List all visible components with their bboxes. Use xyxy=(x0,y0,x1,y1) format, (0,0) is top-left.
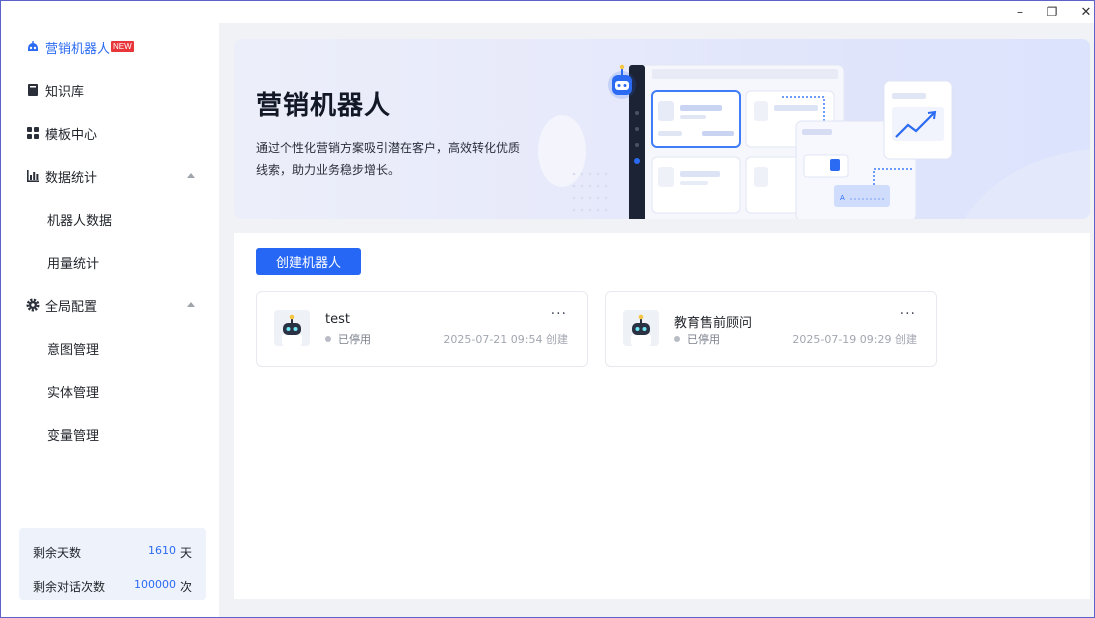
sidebar-item-global-config[interactable]: 全局配置 xyxy=(1,287,219,323)
sidebar-subitem-label: 变量管理 xyxy=(47,428,100,444)
bot-status-label: 已停用 xyxy=(338,333,371,346)
gear-icon xyxy=(26,298,40,312)
bot-avatar xyxy=(274,310,310,346)
sidebar-subitem-label: 机器人数据 xyxy=(47,213,113,229)
chevron-up-icon[interactable] xyxy=(187,302,195,307)
bot-name: test xyxy=(325,312,350,327)
banner-description: 通过个性化营销方案吸引潜在客户，高效转化优质线索，助力业务稳步增长。 xyxy=(256,141,521,177)
quota-panel: 剩余天数 1610 天 剩余对话次数 100000 次 xyxy=(19,528,206,600)
more-options-icon[interactable]: ··· xyxy=(900,307,916,321)
status-dot xyxy=(325,336,331,342)
bar-chart-icon xyxy=(26,169,40,183)
remaining-days-row: 剩余天数 1610 天 xyxy=(33,542,192,562)
bot-created-time: 2025-07-21 09:54 创建 xyxy=(443,333,568,346)
sidebar-subitem-variable-management[interactable]: 变量管理 xyxy=(1,416,219,452)
remaining-chats-label: 剩余对话次数 xyxy=(33,580,106,594)
remaining-chats-row: 剩余对话次数 100000 次 xyxy=(33,576,192,596)
grid-icon xyxy=(26,126,40,140)
restore-button[interactable]: ❐ xyxy=(1038,3,1066,21)
sidebar-item-knowledge-base[interactable]: 知识库 xyxy=(1,72,219,108)
bot-name: 教育售前顾问 xyxy=(674,316,753,331)
robot-icon xyxy=(282,314,302,346)
robot-icon xyxy=(26,40,40,54)
minimize-button[interactable]: – xyxy=(1006,3,1034,21)
new-badge: NEW xyxy=(111,41,134,52)
sidebar-subitem-label: 实体管理 xyxy=(47,385,100,401)
sidebar-item-data-stats[interactable]: 数据统计 xyxy=(1,158,219,194)
sidebar: 营销机器人 NEW 知识库 模板中心 数据统计 机器人数据 用量统计 全局配置 … xyxy=(1,23,219,617)
bot-status-label: 已停用 xyxy=(687,333,720,346)
bot-status: 已停用 xyxy=(674,331,720,347)
sidebar-item-label: 营销机器人 xyxy=(45,41,111,57)
sidebar-item-label: 知识库 xyxy=(45,84,85,100)
hero-banner: 营销机器人 通过个性化营销方案吸引潜在客户，高效转化优质线索，助力业务稳步增长。 xyxy=(234,39,1090,219)
sidebar-subitem-robot-data[interactable]: 机器人数据 xyxy=(1,201,219,237)
bot-avatar xyxy=(623,310,659,346)
banner-title: 营销机器人 xyxy=(256,91,392,121)
bot-list-panel: 创建机器人 test 已停用 2025-07-21 09:54 创建 ··· 教… xyxy=(234,233,1090,599)
bot-card-education-consultant[interactable]: 教育售前顾问 已停用 2025-07-19 09:29 创建 ··· xyxy=(605,291,937,367)
create-robot-button[interactable]: 创建机器人 xyxy=(256,248,361,275)
sidebar-item-label: 全局配置 xyxy=(45,299,98,315)
status-dot xyxy=(674,336,680,342)
sidebar-subitem-entity-management[interactable]: 实体管理 xyxy=(1,373,219,409)
remaining-chats-value: 100000 xyxy=(134,578,176,591)
sidebar-subitem-usage-stats[interactable]: 用量统计 xyxy=(1,244,219,280)
more-options-icon[interactable]: ··· xyxy=(551,307,567,321)
sidebar-item-template-center[interactable]: 模板中心 xyxy=(1,115,219,151)
sidebar-subitem-intent-management[interactable]: 意图管理 xyxy=(1,330,219,366)
book-icon xyxy=(26,83,40,97)
sidebar-item-label: 模板中心 xyxy=(45,127,98,143)
remaining-days-unit: 天 xyxy=(179,546,192,560)
remaining-chats-unit: 次 xyxy=(179,580,192,594)
title-bar: – ❐ ✕ xyxy=(1,1,1094,23)
app-window: – ❐ ✕ 营销机器人 NEW 知识库 模板中心 数据统计 机器人数据 用量统计… xyxy=(0,0,1095,618)
remaining-days-value: 1610 xyxy=(148,544,176,557)
close-button[interactable]: ✕ xyxy=(1072,3,1094,21)
sidebar-subitem-label: 意图管理 xyxy=(47,342,100,358)
banner-illustration: A xyxy=(538,64,1090,219)
sidebar-subitem-label: 用量统计 xyxy=(47,256,100,272)
chevron-up-icon[interactable] xyxy=(187,173,195,178)
robot-icon xyxy=(631,314,651,346)
sidebar-item-marketing-robot[interactable]: 营销机器人 NEW xyxy=(1,29,219,65)
sidebar-item-label: 数据统计 xyxy=(45,170,98,186)
bot-created-time: 2025-07-19 09:29 创建 xyxy=(792,333,917,346)
bot-card-test[interactable]: test 已停用 2025-07-21 09:54 创建 ··· xyxy=(256,291,588,367)
svg-text:A: A xyxy=(840,194,845,202)
remaining-days-label: 剩余天数 xyxy=(33,546,82,560)
bot-status: 已停用 xyxy=(325,331,371,347)
